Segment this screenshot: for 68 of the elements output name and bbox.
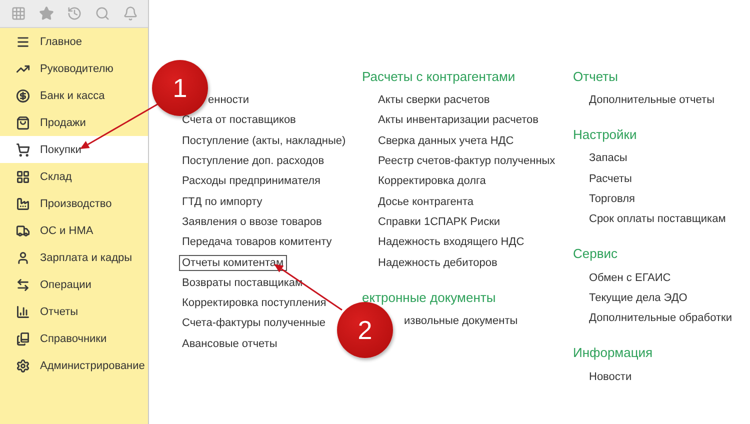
sidebar-item[interactable]: Продажи (0, 109, 148, 136)
menu-link[interactable]: Дополнительные обработки (586, 310, 735, 326)
menu-link[interactable]: Торговля (586, 191, 638, 208)
bell-icon[interactable] (122, 6, 138, 21)
star-icon[interactable] (38, 6, 54, 21)
factory-icon (16, 196, 30, 210)
grid-icon (16, 170, 30, 184)
menu-link[interactable]: енности (205, 92, 252, 108)
section-title: Отчеты (573, 68, 619, 86)
truck-icon (16, 224, 30, 238)
menu-link[interactable]: Надежность входящего НДС (375, 234, 528, 250)
menu-link[interactable]: Передача товаров комитенту (179, 234, 335, 250)
menu-link[interactable]: Запасы (586, 150, 630, 166)
sidebar-item[interactable]: Зарплата и кадры (0, 244, 148, 271)
sidebar-item[interactable]: Администрирование (0, 352, 148, 379)
menu-link[interactable]: Сверка данных учета НДС (375, 132, 517, 149)
menu-link[interactable]: Расчеты (586, 170, 635, 187)
menu-link[interactable]: Возвраты поставщикам (179, 274, 306, 291)
arrows-icon (16, 278, 30, 292)
menu-link[interactable]: ГТД по импорту (179, 194, 266, 210)
menu-link[interactable]: Надежность дебиторов (375, 254, 500, 271)
coin-icon (16, 88, 30, 102)
menu-link[interactable]: Авансовые отчеты (179, 336, 280, 352)
apps-icon[interactable] (10, 6, 26, 21)
settings-icon (16, 358, 30, 372)
sidebar-item[interactable]: Покупки (0, 136, 148, 163)
bar-chart-icon (16, 304, 30, 318)
cart-icon (16, 142, 30, 156)
sidebar-item[interactable]: Справочники (0, 325, 148, 352)
menu-link[interactable]: Поступление (акты, накладные) (179, 132, 349, 149)
search-icon[interactable] (94, 6, 110, 21)
step-number: 1 (152, 60, 208, 116)
sidebar-item[interactable]: Производство (0, 190, 148, 217)
menu-link[interactable]: Акты инвентаризации расчетов (375, 112, 542, 128)
menu-link[interactable]: Новости (586, 368, 635, 385)
menu-link[interactable]: Досье контрагента (375, 194, 476, 210)
menu-link[interactable]: Отчеты комитентам (179, 254, 287, 271)
menu-link[interactable]: Справки 1СПАРК Риски (375, 214, 504, 230)
history-icon[interactable] (66, 6, 82, 21)
menu-link[interactable]: Акты сверки расчетов (375, 92, 493, 108)
section-title: Информация (573, 344, 654, 362)
menu-link[interactable]: Поступление доп. расходов (179, 153, 328, 170)
section-title: Настройки (573, 126, 638, 144)
menu-link[interactable]: Дополнительные отчеты (586, 92, 718, 108)
menu-link[interactable]: Реестр счетов-фактур полученных (375, 153, 558, 170)
sidebar-item[interactable]: Банк и касса (0, 82, 148, 109)
bag-icon (16, 116, 30, 130)
menu-icon (16, 34, 30, 48)
section-title: Расчеты с контрагентами (362, 68, 516, 86)
menu-link[interactable]: Корректировка поступления (179, 295, 330, 312)
section-title: Сервис (573, 245, 619, 264)
step-number: 2 (337, 302, 393, 358)
sidebar-item[interactable]: Операции (0, 271, 148, 298)
menu-link[interactable]: Расходы предпринимателя (179, 173, 324, 190)
sidebar-item[interactable]: Отчеты (0, 298, 148, 325)
menu-link[interactable]: Срок оплаты поставщикам (586, 211, 729, 228)
menu-link[interactable]: извольные документы (401, 312, 521, 329)
sidebar-item[interactable]: Склад (0, 163, 148, 190)
books-icon (16, 332, 30, 346)
menu-link[interactable]: Заявления о ввозе товаров (179, 214, 325, 230)
menu-link[interactable]: Корректировка долга (375, 173, 489, 190)
menu-link[interactable]: Обмен с ЕГАИС (586, 270, 674, 286)
menu-link[interactable]: Текущие дела ЭДО (586, 290, 690, 306)
sidebar-item[interactable]: ОС и НМА (0, 217, 148, 244)
person-icon (16, 250, 30, 264)
sidebar-item[interactable]: Главное (0, 28, 148, 55)
sidebar-item[interactable]: Руководителю (0, 55, 148, 82)
menu-link[interactable]: Счета-фактуры полученные (179, 315, 328, 332)
